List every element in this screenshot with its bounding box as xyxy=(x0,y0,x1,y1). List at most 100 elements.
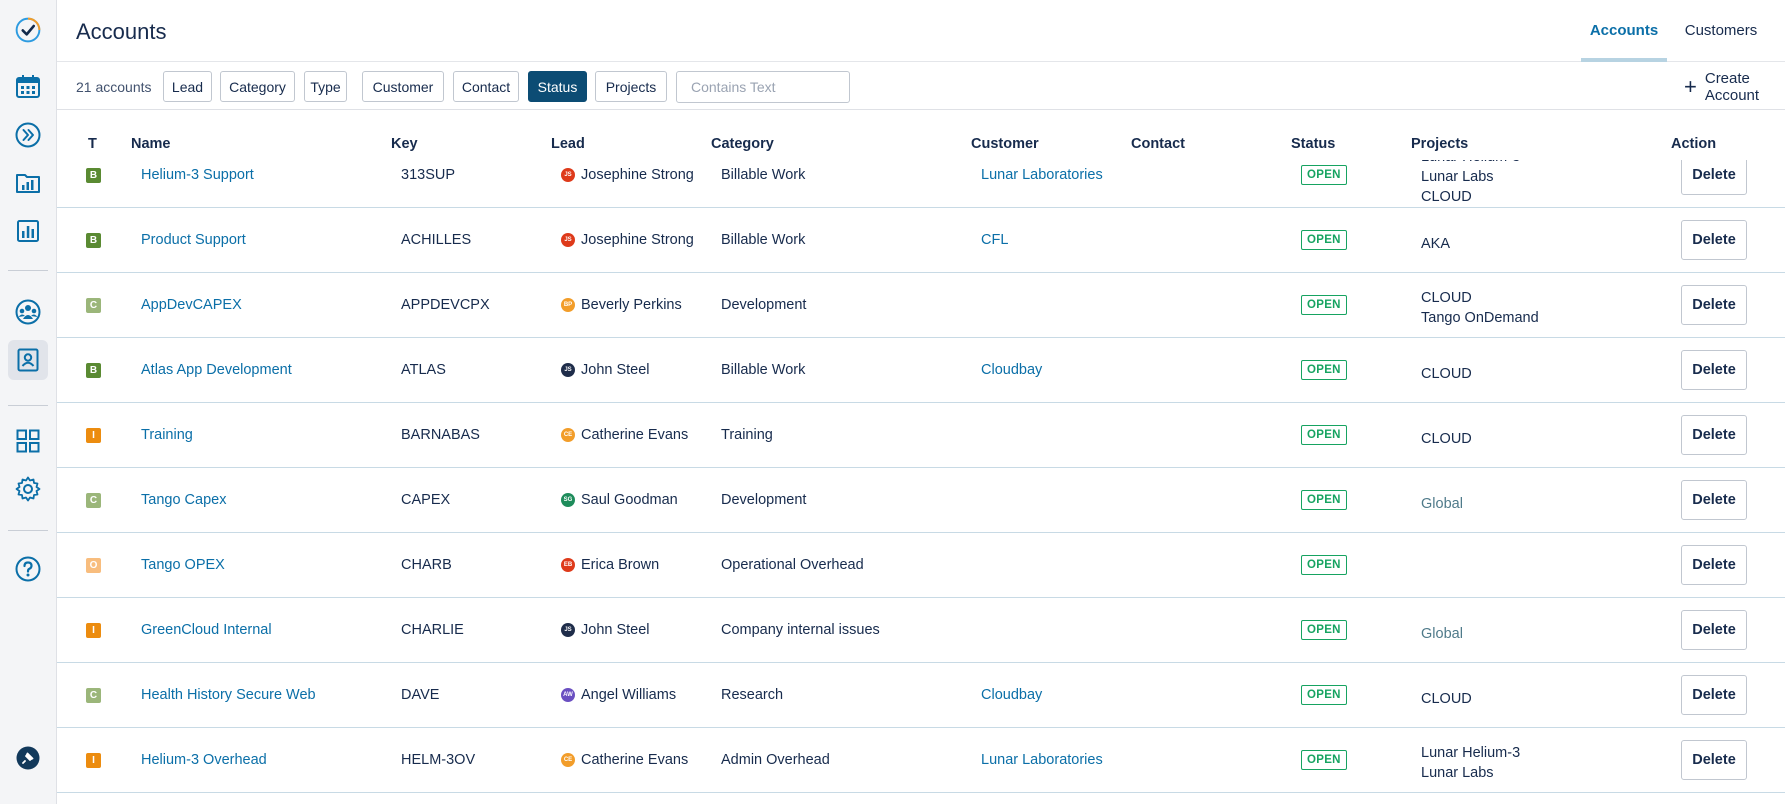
column-header-customer[interactable]: Customer xyxy=(971,136,1039,152)
lead-name: Catherine Evans xyxy=(581,426,689,443)
create-account-button[interactable]: + Create Account xyxy=(1684,69,1785,104)
filter-lead-button[interactable]: Lead xyxy=(163,71,212,102)
customer-link[interactable]: CFL xyxy=(981,232,1008,248)
column-header-lead[interactable]: Lead xyxy=(551,136,585,152)
category: Billable Work xyxy=(721,361,806,378)
status-badge: OPEN xyxy=(1301,164,1347,185)
account-name-link[interactable]: Atlas App Development xyxy=(141,362,292,378)
type-badge: B xyxy=(86,167,101,183)
delete-button[interactable]: Delete xyxy=(1681,479,1747,520)
tab-customers[interactable]: Customers xyxy=(1675,22,1767,62)
filter-projects-button[interactable]: Projects xyxy=(595,71,667,102)
filter-category-button[interactable]: Category xyxy=(220,71,295,102)
column-header-name[interactable]: Name xyxy=(131,136,171,152)
filter-type-button[interactable]: Type xyxy=(304,71,347,102)
lead-cell: BP Beverly Perkins xyxy=(561,297,682,313)
lead-cell: JS John Steel xyxy=(561,362,650,378)
folder-chart-icon[interactable] xyxy=(8,163,48,203)
lead-name: Josephine Strong xyxy=(581,166,694,183)
category: Training xyxy=(721,426,773,443)
delete-button[interactable]: Delete xyxy=(1681,284,1747,325)
sidebar-divider xyxy=(8,270,48,271)
table-row[interactable]: B Product Support ACHILLES JS Josephine Stro… xyxy=(57,208,1785,273)
table-row[interactable]: C AppDevCAPEX APPDEVCPX BP Beverly Perkins De… xyxy=(57,273,1785,338)
avatar: BP xyxy=(561,297,575,312)
status-badge: OPEN xyxy=(1301,489,1347,510)
account-name-link[interactable]: Health History Secure Web xyxy=(141,687,316,703)
filter-status-button[interactable]: Status xyxy=(528,71,587,102)
table-row[interactable]: B Helium-3 Support 313SUP JS Josephine Stron… xyxy=(57,160,1785,208)
delete-button[interactable]: Delete xyxy=(1681,414,1747,455)
account-name-link[interactable]: GreenCloud Internal xyxy=(141,622,272,638)
filter-toolbar: 21 accounts Lead Category Type Customer … xyxy=(57,62,1785,110)
type-badge: I xyxy=(86,752,101,768)
create-account-label: Create Account xyxy=(1704,69,1760,104)
search-input[interactable] xyxy=(676,71,850,103)
user-card-icon[interactable] xyxy=(8,340,48,380)
dashboard-grid-icon[interactable] xyxy=(8,421,48,461)
account-key: CHARLIE xyxy=(401,621,464,638)
logo-check-icon[interactable] xyxy=(8,10,48,50)
table-row[interactable]: I Helium-3 Overhead HELM-3OV CE Catherine Ev… xyxy=(57,728,1785,793)
account-key: CAPEX xyxy=(401,491,451,508)
type-badge: C xyxy=(86,297,101,313)
customer-link[interactable]: Lunar Laboratories xyxy=(981,167,1103,183)
column-header-status[interactable]: Status xyxy=(1291,136,1335,152)
table-header: T Name Key Lead Category Customer Contac… xyxy=(57,110,1785,160)
gear-icon[interactable] xyxy=(8,469,48,509)
bar-chart-icon[interactable] xyxy=(8,211,48,251)
delete-button[interactable]: Delete xyxy=(1681,219,1747,260)
help-icon[interactable] xyxy=(8,549,48,589)
app-window: Accounts Accounts Customers 21 accounts … xyxy=(0,0,1785,804)
customer-link[interactable]: Lunar Laboratories xyxy=(981,752,1103,768)
filter-customer-button[interactable]: Customer xyxy=(362,71,444,102)
account-name-link[interactable]: Product Support xyxy=(141,232,246,248)
table-row[interactable]: O Tango OPEX CHARB EB Erica Brown Operational… xyxy=(57,533,1785,598)
column-header-projects[interactable]: Projects xyxy=(1411,136,1468,152)
type-badge: B xyxy=(86,362,101,378)
team-icon[interactable] xyxy=(8,292,48,332)
column-header-category[interactable]: Category xyxy=(711,136,774,152)
table-row[interactable]: I Training BARNABAS CE Catherine Evans Traini… xyxy=(57,403,1785,468)
column-header-contact[interactable]: Contact xyxy=(1131,136,1185,152)
delete-button[interactable]: Delete xyxy=(1681,349,1747,390)
filter-contact-button[interactable]: Contact xyxy=(453,71,519,102)
category: Development xyxy=(721,296,807,313)
tab-accounts[interactable]: Accounts xyxy=(1581,22,1667,62)
table-row[interactable]: B Atlas App Development ATLAS JS John Steel B… xyxy=(57,338,1785,403)
sidebar-divider xyxy=(8,405,48,406)
delete-button[interactable]: Delete xyxy=(1681,609,1747,650)
pin-icon[interactable] xyxy=(8,738,48,778)
table-row[interactable]: C Health History Secure Web DAVE AW Angel Wi… xyxy=(57,663,1785,728)
sidebar xyxy=(0,0,57,804)
table-row[interactable]: C Tango Capex CAPEX SG Saul Goodman Developme… xyxy=(57,468,1785,533)
delete-button[interactable]: Delete xyxy=(1681,160,1747,195)
chevron-double-right-icon[interactable] xyxy=(8,115,48,155)
account-name-link[interactable]: Tango OPEX xyxy=(141,557,225,573)
customer-link[interactable]: Cloudbay xyxy=(981,687,1042,703)
account-name-link[interactable]: Helium-3 Support xyxy=(141,167,254,183)
account-key: 313SUP xyxy=(401,166,456,183)
delete-button[interactable]: Delete xyxy=(1681,739,1747,780)
projects-list: Global xyxy=(1421,494,1463,514)
column-header-type[interactable]: T xyxy=(88,136,97,152)
delete-button[interactable]: Delete xyxy=(1681,544,1747,585)
projects-list: Lunar Helium-3 Lunar Labs xyxy=(1421,743,1520,783)
table-row[interactable]: I GreenCloud Internal CHARLIE JS John Steel C… xyxy=(57,598,1785,663)
calendar-icon[interactable] xyxy=(8,67,48,107)
status-badge: OPEN xyxy=(1301,229,1347,250)
customer-link[interactable]: Cloudbay xyxy=(981,362,1042,378)
delete-button[interactable]: Delete xyxy=(1681,674,1747,715)
status-badge: OPEN xyxy=(1301,749,1347,770)
account-name-link[interactable]: AppDevCAPEX xyxy=(141,297,242,313)
type-badge: C xyxy=(86,687,101,703)
lead-cell: EB Erica Brown xyxy=(561,557,659,573)
projects-list: AKA xyxy=(1421,234,1450,254)
account-name-link[interactable]: Tango Capex xyxy=(141,492,226,508)
column-header-key[interactable]: Key xyxy=(391,136,418,152)
status-badge: OPEN xyxy=(1301,359,1347,380)
project-name: CLOUD xyxy=(1421,690,1472,707)
account-name-link[interactable]: Training xyxy=(141,427,193,443)
category: Development xyxy=(721,491,807,508)
account-name-link[interactable]: Helium-3 Overhead xyxy=(141,752,267,768)
